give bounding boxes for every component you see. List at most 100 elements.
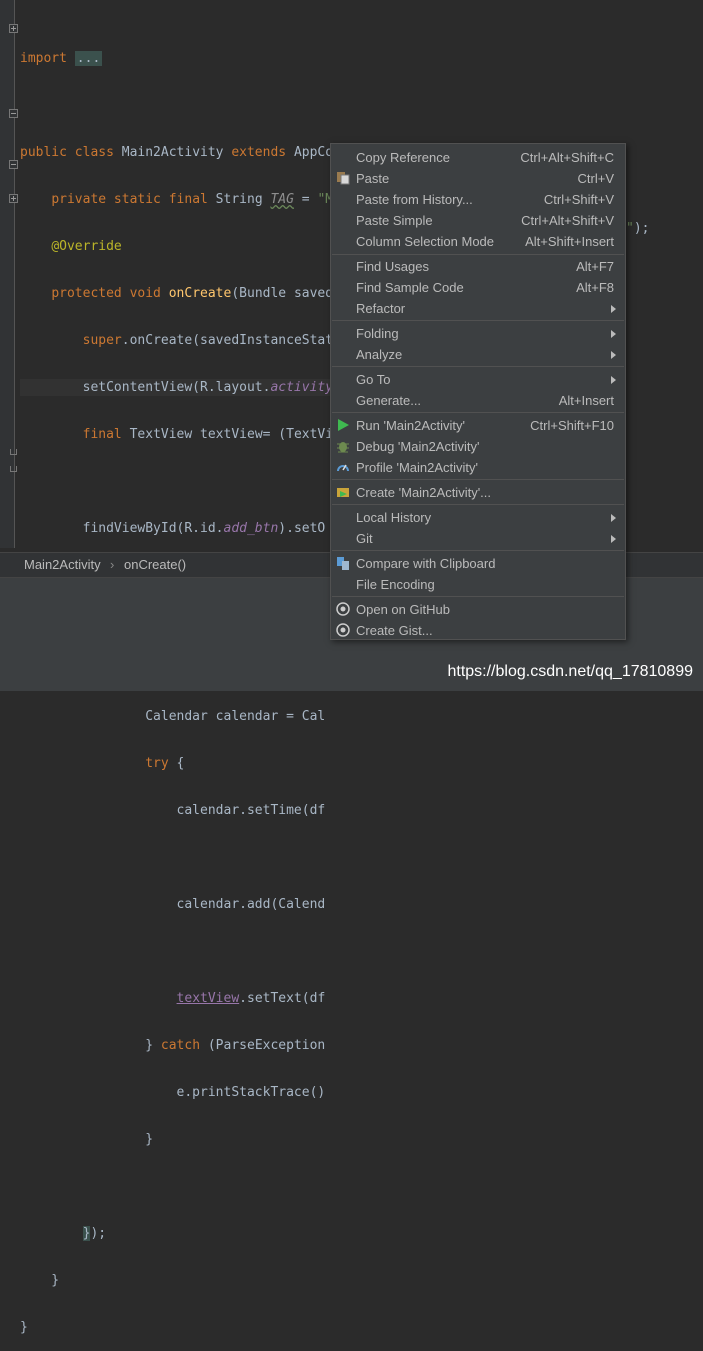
menu-item-profile[interactable]: Profile 'Main2Activity'	[332, 457, 624, 478]
menu-item-find-usages[interactable]: Find Usages Alt+F7	[332, 256, 624, 277]
menu-item-shortcut: Alt+F7	[576, 259, 614, 274]
menu-item-shortcut: Ctrl+Alt+Shift+C	[520, 150, 614, 165]
code-line: Calendar calendar = Cal	[20, 709, 326, 724]
code-line: calendar.setTime(df	[20, 803, 326, 818]
menu-item-refactor[interactable]: Refactor	[332, 298, 624, 319]
menu-item-run[interactable]: Run 'Main2Activity' Ctrl+Shift+F10	[332, 415, 624, 436]
submenu-arrow-icon	[611, 535, 616, 543]
menu-item-shortcut: Alt+Insert	[558, 393, 614, 408]
menu-item-label: Find Sample Code	[356, 280, 464, 295]
menu-item-label: Column Selection Mode	[356, 234, 495, 249]
watermark: https://blog.csdn.net/qq_17810899	[447, 663, 693, 680]
submenu-arrow-icon	[611, 305, 616, 313]
menu-item-go-to[interactable]: Go To	[332, 369, 624, 390]
menu-item-label: Find Usages	[356, 259, 429, 274]
menu-item-label: Compare with Clipboard	[356, 556, 496, 571]
menu-item-debug[interactable]: Debug 'Main2Activity'	[332, 436, 624, 457]
code-line: e.printStackTrace()	[20, 1085, 326, 1100]
profile-icon	[336, 460, 350, 474]
submenu-arrow-icon	[611, 514, 616, 522]
menu-item-shortcut: Ctrl+Shift+V	[543, 192, 614, 207]
code-line: }	[20, 1273, 60, 1288]
code-overflow-fragment: ");	[626, 221, 650, 236]
menu-item-label: Create 'Main2Activity'...	[356, 485, 492, 500]
menu-item-label: Analyze	[356, 347, 403, 362]
menu-item-copy-reference[interactable]: Copy Reference Ctrl+Alt+Shift+C	[332, 147, 624, 168]
menu-item-shortcut: Alt+Shift+Insert	[525, 234, 614, 249]
fold-end-icon[interactable]	[10, 466, 17, 472]
code-line: });	[82, 1226, 107, 1241]
fold-method-icon[interactable]	[9, 109, 18, 118]
menu-item-label: Open on GitHub	[356, 602, 450, 617]
menu-item-paste-from-history[interactable]: Paste from History... Ctrl+Shift+V	[332, 189, 624, 210]
menu-divider	[332, 412, 624, 413]
menu-item-shortcut: Ctrl+V	[577, 171, 614, 186]
menu-item-column-selection-mode[interactable]: Column Selection Mode Alt+Shift+Insert	[332, 231, 624, 252]
fold-bookmark-icon[interactable]	[9, 160, 18, 169]
code-line: try {	[145, 756, 185, 771]
menu-item-label: Git	[356, 531, 373, 546]
code-line: calendar.add(Calend	[20, 897, 326, 912]
submenu-arrow-icon	[611, 351, 616, 359]
menu-item-analyze[interactable]: Analyze	[332, 344, 624, 365]
menu-item-label: Paste	[356, 171, 390, 186]
menu-item-folding[interactable]: Folding	[332, 323, 624, 344]
submenu-arrow-icon	[611, 376, 616, 384]
fold-lambda-icon[interactable]	[9, 194, 18, 203]
menu-item-compare-clipboard[interactable]: Compare with Clipboard	[332, 553, 624, 574]
fold-end-icon[interactable]	[10, 449, 17, 455]
menu-item-open-github[interactable]: Open on GitHub	[332, 599, 624, 620]
menu-item-label: Copy Reference	[356, 150, 450, 165]
menu-divider	[332, 479, 624, 480]
menu-item-label: Local History	[356, 510, 432, 525]
menu-item-label: Create Gist...	[356, 623, 433, 638]
menu-item-file-encoding[interactable]: File Encoding	[332, 574, 624, 595]
menu-item-label: Debug 'Main2Activity'	[356, 439, 480, 454]
breadcrumb-separator-icon: ›	[110, 557, 115, 572]
menu-item-local-history[interactable]: Local History	[332, 507, 624, 528]
code-line: } catch (ParseException	[20, 1038, 326, 1053]
menu-item-create-config[interactable]: Create 'Main2Activity'...	[332, 482, 624, 503]
breadcrumb-method[interactable]: onCreate()	[124, 557, 186, 572]
menu-item-paste-simple[interactable]: Paste Simple Ctrl+Alt+Shift+V	[332, 210, 624, 231]
menu-divider	[332, 320, 624, 321]
menu-item-create-gist[interactable]: Create Gist...	[332, 620, 624, 641]
context-menu: Copy Reference Ctrl+Alt+Shift+C Paste Ct…	[330, 143, 626, 640]
menu-item-git[interactable]: Git	[332, 528, 624, 549]
github-icon	[336, 602, 350, 616]
menu-item-shortcut: Alt+F8	[576, 280, 614, 295]
breadcrumb-class[interactable]: Main2Activity	[24, 557, 101, 572]
create-config-icon	[336, 485, 350, 499]
menu-item-label: Go To	[356, 372, 391, 387]
code-line: textView.setText(df	[176, 991, 326, 1006]
code-line: }	[20, 1132, 154, 1147]
menu-divider	[332, 504, 624, 505]
github-icon	[336, 623, 350, 637]
menu-item-find-sample-code[interactable]: Find Sample Code Alt+F8	[332, 277, 624, 298]
menu-item-label: Paste from History...	[356, 192, 473, 207]
menu-item-shortcut: Ctrl+Shift+F10	[530, 418, 614, 433]
code-line: }	[20, 1320, 28, 1335]
menu-item-label: Profile 'Main2Activity'	[356, 460, 479, 475]
menu-divider	[332, 596, 624, 597]
paste-icon	[336, 171, 350, 185]
menu-divider	[332, 550, 624, 551]
debug-icon	[336, 439, 350, 453]
menu-item-paste[interactable]: Paste Ctrl+V	[332, 168, 624, 189]
menu-item-generate[interactable]: Generate... Alt+Insert	[332, 390, 624, 411]
menu-item-label: Run 'Main2Activity'	[356, 418, 466, 433]
menu-item-label: Folding	[356, 326, 399, 341]
menu-divider	[332, 366, 624, 367]
fold-import-icon[interactable]	[9, 24, 18, 33]
menu-divider	[332, 254, 624, 255]
menu-item-label: Refactor	[356, 301, 406, 316]
editor-gutter	[0, 0, 18, 548]
run-icon	[336, 418, 350, 432]
menu-item-shortcut: Ctrl+Alt+Shift+V	[521, 213, 614, 228]
code-line: import ...	[20, 51, 103, 66]
compare-icon	[336, 556, 350, 570]
